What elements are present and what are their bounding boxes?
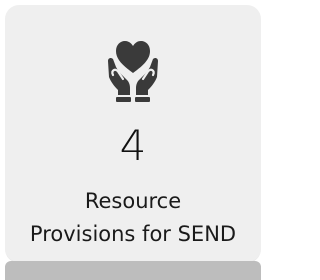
tile-bottom-bar [5,261,261,280]
tile-label-line-2: Provisions for SEND [29,222,237,246]
tile-label-line-1: Resource [84,189,182,213]
tile-label: Resource Provisions for SEND [5,185,261,251]
heart-in-hands-icon [5,29,261,107]
resource-provisions-tile[interactable]: 4 Resource Provisions for SEND [5,5,261,263]
provision-count: 4 [119,121,147,170]
